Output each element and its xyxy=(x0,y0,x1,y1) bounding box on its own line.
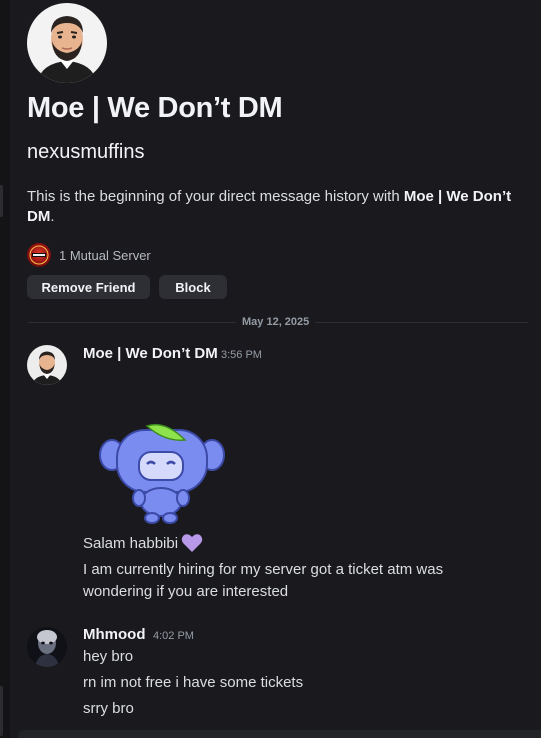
message-line: Salam habbibi xyxy=(83,533,203,560)
message-line: srry bro xyxy=(83,700,134,717)
profile-username: nexusmuffins xyxy=(27,141,145,163)
mutual-servers-label: 1 Mutual Server xyxy=(59,247,151,263)
server-icon xyxy=(27,243,51,267)
wumpus-sticker-icon xyxy=(99,423,225,524)
profile-display-name: Moe | We Don’t DM xyxy=(27,92,283,124)
message-input-edge[interactable] xyxy=(18,730,541,738)
intro-suffix: . xyxy=(50,208,55,225)
remove-friend-button[interactable]: Remove Friend xyxy=(27,275,150,299)
server-logo-icon xyxy=(29,245,49,265)
left-edge-panel xyxy=(0,0,10,738)
profile-avatar[interactable] xyxy=(27,3,107,83)
message-line: I am currently hiring for my server got … xyxy=(83,561,444,578)
scroll-marker xyxy=(0,185,3,217)
avatar-illustration xyxy=(27,627,67,667)
dm-intro-text: This is the beginning of your direct mes… xyxy=(27,187,527,227)
avatar-illustration xyxy=(27,345,67,385)
intro-prefix: This is the beginning of your direct mes… xyxy=(27,188,404,205)
message-timestamp: 4:02 PM xyxy=(153,630,194,642)
message-author[interactable]: Moe | We Don’t DM xyxy=(83,345,218,362)
avatar-illustration xyxy=(27,3,107,83)
wumpus-sticker[interactable] xyxy=(95,418,235,528)
message-line: rn im not free i have some tickets xyxy=(83,674,304,691)
message-line: wondering if you are interested xyxy=(83,583,289,600)
mutual-servers[interactable]: 1 Mutual Server xyxy=(27,243,151,267)
message-timestamp: 3:56 PM xyxy=(221,349,262,361)
message-line: hey bro xyxy=(83,648,134,665)
date-divider-label: May 12, 2025 xyxy=(236,316,316,328)
block-button[interactable]: Block xyxy=(159,275,227,299)
message-avatar[interactable] xyxy=(27,345,67,385)
scroll-marker xyxy=(0,686,3,736)
purple-heart-icon xyxy=(181,533,203,560)
message-author[interactable]: Mhmood xyxy=(83,626,145,643)
message-avatar[interactable] xyxy=(27,627,67,667)
